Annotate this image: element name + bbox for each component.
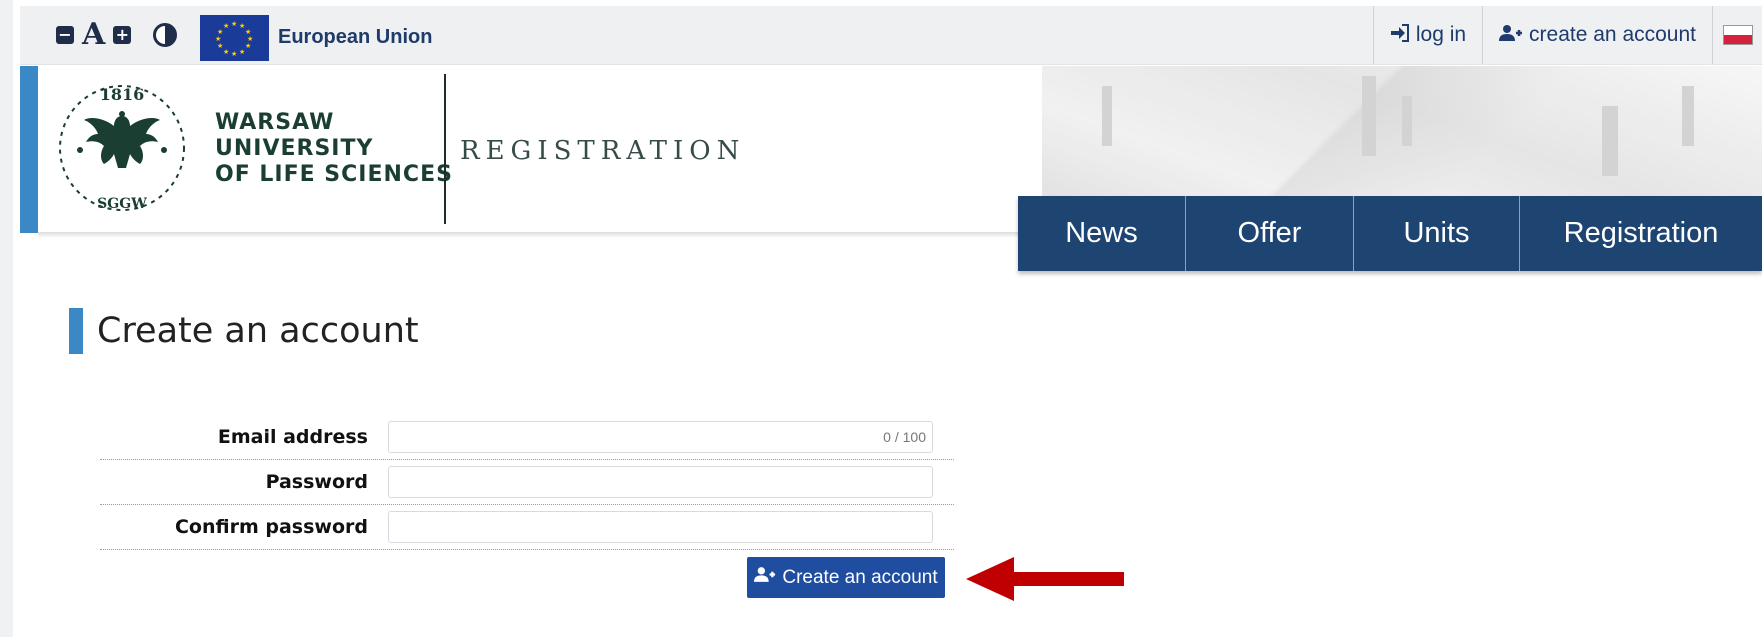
top-bar: − A + ★ ★ ★ ★ ★ ★ ★ ★ ★ ★ ★ ★ European U… xyxy=(20,6,1762,65)
svg-text:SGGW: SGGW xyxy=(97,196,147,212)
create-account-button[interactable]: Create an account xyxy=(747,557,945,598)
nav-item-units[interactable]: Units xyxy=(1354,196,1520,271)
nav-item-news[interactable]: News xyxy=(1018,196,1186,271)
user-plus-icon xyxy=(1499,24,1523,47)
main-nav: News Offer Units Registration xyxy=(1018,196,1762,271)
email-label: Email address xyxy=(217,426,368,448)
heading-accent-bar xyxy=(69,308,83,354)
university-name: WARSAW UNIVERSITY OF LIFE SCIENCES xyxy=(215,110,453,188)
email-field-wrapper: 0 / 100 xyxy=(388,421,933,453)
eu-label: European Union xyxy=(278,26,433,48)
annotation-arrow-icon xyxy=(966,557,1124,601)
poland-flag-icon xyxy=(1722,25,1753,45)
user-plus-icon xyxy=(754,566,776,589)
page-title: Create an account xyxy=(97,311,419,351)
password-field[interactable] xyxy=(389,467,932,497)
eu-flag-icon: ★ ★ ★ ★ ★ ★ ★ ★ ★ ★ ★ ★ xyxy=(200,15,269,61)
password-row: Password xyxy=(100,460,954,505)
site-title: REGISTRATION xyxy=(460,136,746,166)
confirm-password-field[interactable] xyxy=(389,512,932,542)
university-name-line1: WARSAW xyxy=(215,110,335,135)
login-label: log in xyxy=(1415,23,1467,46)
email-field[interactable] xyxy=(389,422,932,452)
language-switch[interactable] xyxy=(1712,6,1762,64)
top-right-links: log in create an account xyxy=(1372,6,1762,64)
university-name-line2: UNIVERSITY xyxy=(215,136,374,161)
sign-in-icon xyxy=(1390,23,1410,47)
contrast-icon[interactable] xyxy=(153,23,178,47)
password-label: Password xyxy=(265,471,368,493)
university-seal-logo[interactable]: 1816 SGGW xyxy=(52,76,192,216)
page-heading: Create an account xyxy=(69,308,419,354)
create-account-button-label: Create an account xyxy=(782,566,938,588)
create-account-label: create an account xyxy=(1529,23,1696,46)
confirm-password-label: Confirm password xyxy=(174,516,368,538)
login-link[interactable]: log in xyxy=(1372,6,1482,64)
password-field-wrapper xyxy=(388,466,933,498)
email-char-counter: 0 / 100 xyxy=(883,429,926,445)
confirm-password-row: Confirm password xyxy=(100,505,954,550)
header-shadow xyxy=(38,232,1038,238)
nav-item-offer[interactable]: Offer xyxy=(1186,196,1354,271)
font-increase-button[interactable]: + xyxy=(113,26,132,44)
left-gutter xyxy=(0,0,13,637)
create-account-link[interactable]: create an account xyxy=(1482,6,1712,64)
svg-text:1816: 1816 xyxy=(100,85,145,104)
accessibility-controls: − A + xyxy=(56,20,178,50)
font-normal-button[interactable]: A xyxy=(82,20,105,50)
email-row: Email address 0 / 100 xyxy=(100,415,954,460)
font-decrease-button[interactable]: − xyxy=(56,26,74,44)
create-account-form: Email address 0 / 100 Password Confirm p… xyxy=(100,415,954,550)
nav-item-registration[interactable]: Registration xyxy=(1520,196,1762,271)
header-accent-bar xyxy=(20,66,38,233)
university-name-line3: OF LIFE SCIENCES xyxy=(215,162,453,187)
header-divider xyxy=(444,74,446,224)
confirm-password-field-wrapper xyxy=(388,511,933,543)
